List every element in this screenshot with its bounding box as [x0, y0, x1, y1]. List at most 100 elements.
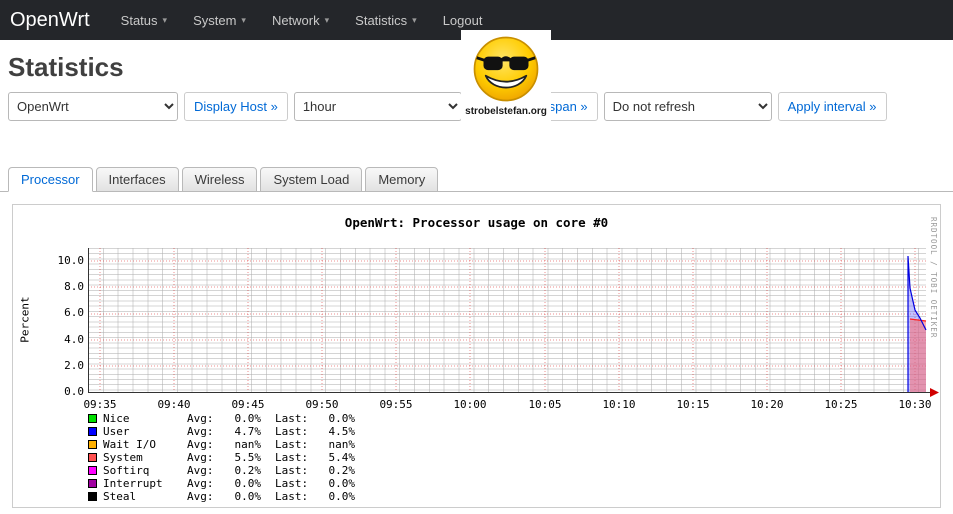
smiley-sunglasses-icon [473, 36, 539, 102]
y-tick: 0.0 [64, 385, 84, 398]
legend-last-value: 0.0% [328, 490, 356, 503]
nav-item-status[interactable]: Status ▾ [108, 13, 180, 28]
nav-item-logout[interactable]: Logout [430, 13, 496, 28]
tab-processor[interactable]: Processor [8, 167, 93, 192]
legend-series-name: Interrupt [103, 477, 163, 490]
legend-avg-value: 0.0% [234, 490, 262, 503]
watermark-caption: strobelstefan.org [465, 106, 547, 117]
y-tick: 8.0 [64, 280, 84, 293]
nav-item-label: Status [120, 12, 158, 28]
x-tick: 10:00 [453, 398, 487, 411]
legend-avg-label: Avg: [187, 490, 214, 503]
legend-row: System Avg: 5.5% Last: 5.4% [88, 451, 355, 464]
nav-item-statistics[interactable]: Statistics ▾ [342, 13, 430, 28]
legend-swatch [88, 414, 97, 423]
legend-row: Wait I/O Avg: nan% Last: nan% [88, 438, 355, 451]
graph-control-bar: OpenWrt Display Host » 1hour Display tim… [8, 92, 887, 121]
legend-series-name: Steal [103, 490, 137, 503]
rrdtool-watermark: RRDTOOL / TOBI OETIKER [929, 217, 938, 339]
watermark-overlay: strobelstefan.org [461, 30, 551, 124]
tab-interfaces[interactable]: Interfaces [95, 167, 179, 192]
chevron-down-icon: ▾ [241, 14, 246, 25]
legend-row: Softirq Avg: 0.2% Last: 0.2% [88, 464, 355, 477]
legend-avg-value: 4.7% [234, 425, 262, 438]
host-select[interactable]: OpenWrt [8, 92, 178, 121]
legend-avg-value: nan% [234, 438, 262, 451]
legend-last-value: 4.5% [328, 425, 356, 438]
legend-avg-label: Avg: [187, 438, 214, 451]
series-system-area [910, 319, 926, 392]
legend-series-name: User [103, 425, 130, 438]
legend-avg-value: 5.5% [234, 451, 262, 464]
y-tick: 4.0 [64, 333, 84, 346]
tab-memory[interactable]: Memory [365, 167, 439, 192]
tab-system-load[interactable]: System Load [260, 167, 363, 192]
graph-panel: OpenWrt: Processor usage on core #0 Perc… [12, 204, 941, 508]
chevron-down-icon: ▾ [162, 14, 168, 25]
y-tick: 6.0 [64, 306, 84, 319]
graph-legend: Nice Avg: 0.0% Last: 0.0% User Avg: 4.7%… [88, 412, 355, 503]
legend-series-name: Softirq [103, 464, 150, 477]
legend-last-label: Last: [275, 425, 309, 438]
refresh-select[interactable]: Do not refresh [603, 92, 772, 121]
x-tick: 09:55 [379, 398, 413, 411]
legend-last-value: 0.0% [328, 412, 356, 425]
legend-swatch [88, 440, 97, 449]
legend-series-name: Wait I/O [103, 438, 156, 451]
x-tick: 09:35 [83, 398, 117, 411]
legend-avg-label: Avg: [187, 477, 214, 490]
legend-last-value: nan% [328, 438, 356, 451]
x-tick: 10:10 [602, 398, 636, 411]
legend-avg-label: Avg: [187, 412, 214, 425]
legend-last-label: Last: [275, 438, 309, 451]
legend-row: User Avg: 4.7% Last: 4.5% [88, 425, 355, 438]
legend-avg-label: Avg: [187, 464, 214, 477]
legend-last-value: 0.2% [328, 464, 356, 477]
rrd-graph: OpenWrt: Processor usage on core #0 Perc… [13, 205, 940, 507]
legend-avg-value: 0.0% [234, 477, 262, 490]
legend-swatch [88, 453, 97, 462]
apply-interval-button[interactable]: Apply interval » [777, 92, 887, 121]
nav-item-label: Network [271, 12, 320, 28]
legend-row: Interrupt Avg: 0.0% Last: 0.0% [88, 477, 355, 490]
legend-series-name: System [103, 451, 143, 464]
legend-swatch [88, 427, 97, 436]
nav-item-label: Statistics [355, 12, 408, 28]
x-tick: 10:15 [676, 398, 710, 411]
legend-swatch [88, 492, 97, 501]
graph-title: OpenWrt: Processor usage on core #0 [344, 215, 609, 230]
cpu-usage-plot-svg [88, 248, 939, 397]
statistics-tabs: Processor Interfaces Wireless System Loa… [8, 167, 439, 192]
tab-wireless[interactable]: Wireless [181, 167, 258, 192]
chevron-down-icon: ▾ [412, 14, 417, 25]
plot-area [88, 248, 939, 397]
x-tick: 10:05 [528, 398, 562, 411]
legend-last-label: Last: [275, 451, 309, 464]
legend-avg-label: Avg: [187, 425, 214, 438]
nav-item-label: System [193, 12, 237, 28]
x-tick: 10:25 [824, 398, 858, 411]
x-tick: 09:50 [305, 398, 339, 411]
nav-item-network[interactable]: Network ▾ [259, 13, 342, 28]
y-tick: 10.0 [57, 254, 85, 267]
legend-last-label: Last: [275, 412, 309, 425]
page-title: Statistics [8, 52, 124, 82]
x-axis-arrow-icon [930, 388, 939, 397]
legend-last-label: Last: [275, 477, 309, 490]
nav-item-system[interactable]: System ▾ [180, 13, 259, 28]
openwrt-logo[interactable]: OpenWrt [10, 9, 90, 32]
display-host-button[interactable]: Display Host » [184, 92, 288, 121]
legend-series-name: Nice [103, 412, 130, 425]
chevron-down-icon: ▾ [324, 14, 330, 25]
legend-row: Nice Avg: 0.0% Last: 0.0% [88, 412, 355, 425]
y-axis-label: Percent [18, 296, 32, 343]
legend-last-label: Last: [275, 464, 309, 477]
legend-avg-value: 0.0% [234, 412, 262, 425]
timespan-select[interactable]: 1hour [293, 92, 462, 121]
x-tick: 10:20 [750, 398, 784, 411]
legend-last-value: 0.0% [328, 477, 356, 490]
x-tick: 09:45 [231, 398, 265, 411]
x-tick: 09:40 [157, 398, 191, 411]
legend-last-value: 5.4% [328, 451, 356, 464]
legend-swatch [88, 479, 97, 488]
